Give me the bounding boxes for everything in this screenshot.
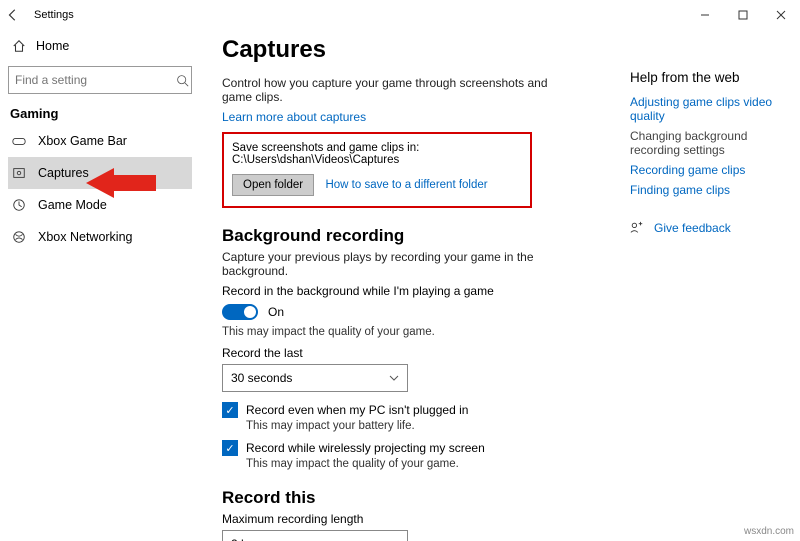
- nav-captures[interactable]: Captures: [8, 157, 192, 189]
- minimize-button[interactable]: [686, 0, 724, 30]
- bg-record-toggle[interactable]: [222, 304, 258, 320]
- toggle-state: On: [268, 305, 284, 319]
- save-location-box: Save screenshots and game clips in: C:\U…: [222, 132, 532, 208]
- help-text-bg: Changing background recording settings: [630, 129, 786, 157]
- nav-game-mode[interactable]: Game Mode: [8, 189, 192, 221]
- open-folder-button[interactable]: Open folder: [232, 174, 314, 196]
- cb2-warn: This may impact the quality of your game…: [246, 458, 620, 470]
- cb-plugged-in[interactable]: ✓: [222, 402, 238, 418]
- bg-recording-desc: Capture your previous plays by recording…: [222, 250, 602, 278]
- close-button[interactable]: [762, 0, 800, 30]
- gamepad-icon: [12, 134, 28, 148]
- bg-recording-heading: Background recording: [222, 226, 620, 246]
- cb-plugged-in-label: Record even when my PC isn't plugged in: [246, 403, 468, 417]
- nav-xbox-networking[interactable]: Xbox Networking: [8, 221, 192, 253]
- title-bar: Settings: [0, 0, 800, 30]
- max-len-value: 2 hours: [231, 537, 271, 541]
- different-folder-link[interactable]: How to save to a different folder: [325, 179, 487, 191]
- feedback-icon: [630, 221, 644, 235]
- record-this-heading: Record this: [222, 488, 620, 508]
- watermark: wsxdn.com: [744, 526, 794, 537]
- record-last-value: 30 seconds: [231, 371, 292, 385]
- home-nav[interactable]: Home: [8, 30, 192, 62]
- save-path-text: Save screenshots and game clips in: C:\U…: [232, 142, 522, 166]
- help-link-recording[interactable]: Recording game clips: [630, 163, 786, 177]
- cb1-warn: This may impact your battery life.: [246, 420, 620, 432]
- bg-toggle-label: Record in the background while I'm playi…: [222, 284, 620, 298]
- cb-wireless-project[interactable]: ✓: [222, 440, 238, 456]
- intro-text: Control how you capture your game throug…: [222, 76, 562, 104]
- nav-label: Game Mode: [38, 198, 107, 212]
- section-gaming: Gaming: [10, 106, 192, 121]
- window-title: Settings: [34, 9, 74, 21]
- page-heading: Captures: [222, 36, 620, 64]
- feedback-label: Give feedback: [654, 221, 731, 235]
- nav-label: Xbox Game Bar: [38, 134, 127, 148]
- max-len-select[interactable]: 2 hours: [222, 530, 408, 541]
- nav-xbox-game-bar[interactable]: Xbox Game Bar: [8, 125, 192, 157]
- learn-more-link[interactable]: Learn more about captures: [222, 110, 366, 124]
- record-last-label: Record the last: [222, 346, 620, 360]
- help-link-finding[interactable]: Finding game clips: [630, 183, 786, 197]
- sidebar: Home Gaming Xbox Game Bar Captures Game …: [0, 30, 200, 541]
- give-feedback-link[interactable]: Give feedback: [630, 221, 786, 235]
- main-content: Captures Control how you capture your ga…: [200, 30, 630, 541]
- help-panel: Help from the web Adjusting game clips v…: [630, 30, 800, 541]
- xbox-icon: [12, 230, 28, 244]
- max-len-label: Maximum recording length: [222, 512, 620, 526]
- home-icon: [12, 39, 26, 53]
- captures-icon: [12, 166, 28, 180]
- chevron-down-icon: [389, 373, 399, 383]
- search-box[interactable]: [8, 66, 192, 94]
- gamemode-icon: [12, 198, 28, 212]
- maximize-button[interactable]: [724, 0, 762, 30]
- help-link-quality[interactable]: Adjusting game clips video quality: [630, 95, 786, 123]
- nav-label: Xbox Networking: [38, 230, 133, 244]
- search-icon: [176, 74, 191, 87]
- bg-warn: This may impact the quality of your game…: [222, 326, 620, 338]
- help-heading: Help from the web: [630, 70, 786, 85]
- record-last-select[interactable]: 30 seconds: [222, 364, 408, 392]
- home-label: Home: [36, 39, 69, 53]
- cb-wireless-label: Record while wirelessly projecting my sc…: [246, 441, 485, 455]
- nav-label: Captures: [38, 166, 89, 180]
- back-button[interactable]: [6, 8, 26, 22]
- search-input[interactable]: [9, 67, 176, 93]
